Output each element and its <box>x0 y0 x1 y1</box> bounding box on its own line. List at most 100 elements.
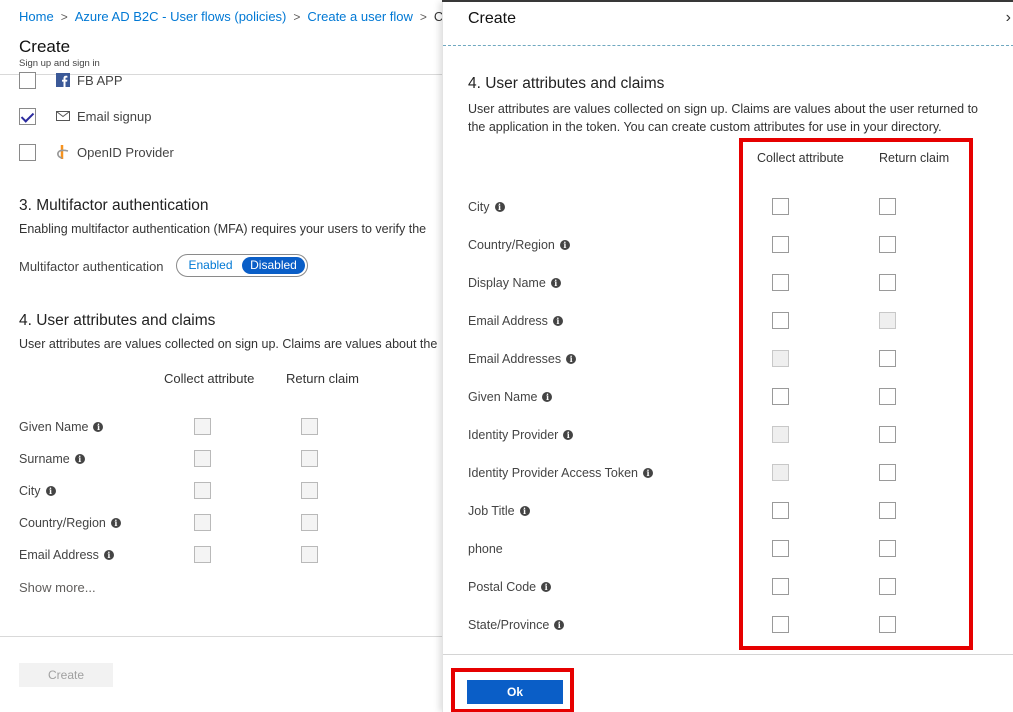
info-icon[interactable]: i <box>559 240 570 250</box>
left-attr-country: Country/Region i <box>19 516 121 530</box>
collect-attribute-checkbox[interactable] <box>772 312 789 329</box>
mfa-toggle[interactable]: Enabled Disabled <box>176 254 308 277</box>
info-icon[interactable]: i <box>542 392 553 402</box>
idp-row-email-signup[interactable]: Email signup <box>19 106 151 126</box>
idp-checkbox-fb-app[interactable] <box>19 71 36 89</box>
collect-attribute-checkbox[interactable] <box>772 236 789 253</box>
panel-title: Create <box>468 10 517 27</box>
info-icon[interactable]: i <box>541 582 552 592</box>
idp-row-fb-app[interactable]: FB APP <box>19 70 123 90</box>
breadcrumb-user-flows[interactable]: Azure AD B2C - User flows (policies) <box>75 9 287 24</box>
info-icon[interactable]: i <box>550 278 561 288</box>
info-icon[interactable]: i <box>103 550 114 560</box>
info-icon[interactable]: i <box>93 422 104 432</box>
ok-button[interactable]: Ok <box>467 680 563 704</box>
collect-attribute-checkbox[interactable] <box>772 274 789 291</box>
left-attr-given-name: Given Name i <box>19 420 104 434</box>
left-collect-checkbox[interactable] <box>194 482 211 499</box>
return-claim-checkbox[interactable] <box>879 578 896 595</box>
left-attr-label: Given Name <box>19 420 89 434</box>
info-icon[interactable]: i <box>45 486 56 496</box>
breadcrumb-separator: > <box>60 10 68 24</box>
claims-heading: 4. User attributes and claims <box>19 312 216 329</box>
collect-attribute-checkbox <box>772 464 789 481</box>
panel-section-heading: 4. User attributes and claims <box>468 75 665 92</box>
left-return-checkbox[interactable] <box>301 450 318 467</box>
return-claim-checkbox[interactable] <box>879 616 896 633</box>
page-title: Create <box>19 37 71 56</box>
attribute-row: Identity Provider i <box>468 428 574 442</box>
left-collect-checkbox[interactable] <box>194 418 211 435</box>
info-icon[interactable]: i <box>494 202 505 212</box>
mfa-description: Enabling multifactor authentication (MFA… <box>19 222 427 236</box>
return-claim-checkbox[interactable] <box>879 350 896 367</box>
breadcrumb: Home > Azure AD B2C - User flows (policies… <box>19 9 442 24</box>
return-claim-checkbox[interactable] <box>879 388 896 405</box>
mfa-option-disabled[interactable]: Disabled <box>242 257 305 274</box>
create-button[interactable]: Create <box>19 663 113 687</box>
return-claim-header: Return claim <box>879 151 950 165</box>
show-more-link[interactable]: Show more... <box>19 580 96 595</box>
breadcrumb-home[interactable]: Home <box>19 9 54 24</box>
return-claim-checkbox[interactable] <box>879 502 896 519</box>
left-attr-email: Email Address i <box>19 548 114 562</box>
left-return-checkbox[interactable] <box>301 418 318 435</box>
mfa-option-enabled[interactable]: Enabled <box>179 257 242 274</box>
attribute-label: Given Name <box>468 390 538 404</box>
collect-attribute-checkbox[interactable] <box>772 616 789 633</box>
page-subtitle: Sign up and sign in <box>19 58 100 69</box>
idp-row-openid[interactable]: OpenID Provider <box>19 142 174 162</box>
left-attr-label: Email Address <box>19 548 99 562</box>
return-claim-checkbox[interactable] <box>879 540 896 557</box>
info-icon[interactable]: i <box>552 316 563 326</box>
return-claim-checkbox[interactable] <box>879 198 896 215</box>
info-icon[interactable]: i <box>643 468 653 478</box>
close-icon[interactable]: › <box>1006 9 1011 27</box>
idp-label-openid: OpenID Provider <box>77 144 174 160</box>
panel-description: User attributes are values collected on … <box>468 102 978 134</box>
attribute-label: State/Province <box>468 618 550 632</box>
info-icon[interactable]: i <box>554 620 565 630</box>
left-attr-surname: Surname i <box>19 452 85 466</box>
collect-attribute-checkbox[interactable] <box>772 578 789 595</box>
footer-divider <box>0 636 442 637</box>
return-claim-checkbox[interactable] <box>879 426 896 443</box>
left-collect-header: Collect attribute <box>164 371 255 386</box>
breadcrumb-create-user-flow[interactable]: Create a user flow <box>307 9 413 24</box>
mfa-label: Multifactor authentication <box>19 259 164 274</box>
info-icon[interactable]: i <box>74 454 85 464</box>
collect-attribute-checkbox[interactable] <box>772 198 789 215</box>
attribute-label: Email Address <box>468 314 548 328</box>
left-return-checkbox[interactable] <box>301 482 318 499</box>
return-claim-checkbox[interactable] <box>879 236 896 253</box>
mfa-heading: 3. Multifactor authentication <box>19 197 209 214</box>
attribute-label: Identity Provider Access Token <box>468 466 638 480</box>
idp-checkbox-openid[interactable] <box>19 143 36 161</box>
attribute-label: Job Title <box>468 504 515 518</box>
attribute-row: State/Province i <box>468 618 565 632</box>
info-icon[interactable]: i <box>563 430 574 440</box>
attribute-row: Identity Provider Access Token i <box>468 466 653 480</box>
idp-label-email-signup: Email signup <box>77 108 152 124</box>
return-claim-checkbox[interactable] <box>879 274 896 291</box>
left-collect-checkbox[interactable] <box>194 546 211 563</box>
return-claim-checkbox[interactable] <box>879 464 896 481</box>
left-collect-checkbox[interactable] <box>194 514 211 531</box>
info-icon[interactable]: i <box>566 354 577 364</box>
panel-footer-divider <box>443 654 1013 655</box>
collect-attribute-checkbox <box>772 350 789 367</box>
left-return-checkbox[interactable] <box>301 546 318 563</box>
collect-attribute-checkbox[interactable] <box>772 540 789 557</box>
idp-checkbox-email-signup[interactable] <box>19 107 36 125</box>
info-icon[interactable]: i <box>519 506 530 516</box>
left-attr-label: City <box>19 484 41 498</box>
facebook-icon <box>55 72 71 88</box>
attribute-row: Job Title i <box>468 504 530 518</box>
openid-icon <box>55 144 71 160</box>
left-return-checkbox[interactable] <box>301 514 318 531</box>
collect-attribute-checkbox[interactable] <box>772 388 789 405</box>
left-attr-label: Country/Region <box>19 516 106 530</box>
collect-attribute-checkbox[interactable] <box>772 502 789 519</box>
left-collect-checkbox[interactable] <box>194 450 211 467</box>
info-icon[interactable]: i <box>110 518 121 528</box>
